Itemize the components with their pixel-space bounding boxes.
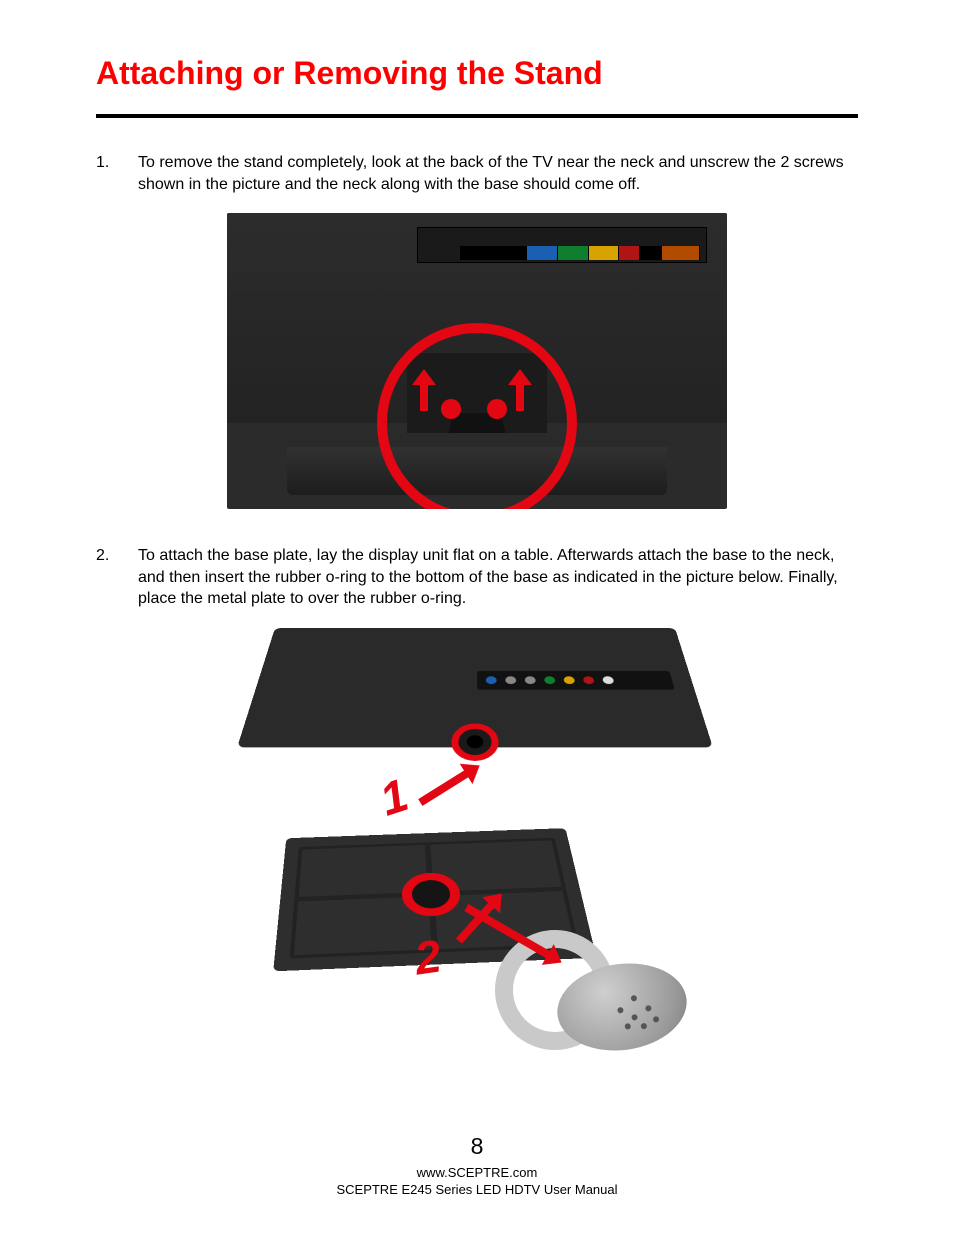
port-row — [477, 671, 675, 690]
step-2: 2. To attach the base plate, lay the dis… — [96, 545, 858, 610]
arrow-icon — [416, 759, 484, 810]
page-number: 8 — [0, 1133, 954, 1160]
port-vga: VGA — [527, 246, 558, 260]
step-text: To attach the base plate, lay the displa… — [138, 545, 858, 610]
arrow-up-icon — [511, 369, 529, 411]
figure-attach-base: 1 2 — [247, 628, 707, 1058]
port-audio-in: Audio In — [558, 246, 589, 260]
tv-back — [237, 628, 713, 747]
neck-hole-highlight-icon — [451, 724, 499, 761]
figure-remove-stand: Headphone USB VGA Audio In Video R L HDM… — [227, 213, 727, 509]
highlight-circle-icon — [377, 323, 577, 509]
footer-manual-name: SCEPTRE E245 Series LED HDTV User Manual — [0, 1181, 954, 1199]
port-audio-l: L — [640, 246, 661, 260]
page-title: Attaching or Removing the Stand — [96, 55, 858, 92]
footer-url: www.SCEPTRE.com — [0, 1164, 954, 1182]
arrow-up-icon — [415, 369, 433, 411]
port-audio-r: R — [619, 246, 640, 260]
tv-port-panel: Headphone USB VGA Audio In Video R L HDM… — [417, 227, 707, 263]
callout-number-1: 1 — [373, 767, 414, 826]
step-1: 1. To remove the stand completely, look … — [96, 152, 858, 195]
step-text: To remove the stand completely, look at … — [138, 152, 858, 195]
page-footer: 8 www.SCEPTRE.com SCEPTRE E245 Series LE… — [0, 1133, 954, 1199]
port-usb: USB — [500, 246, 527, 260]
instruction-list: 1. To remove the stand completely, look … — [96, 152, 858, 195]
step-number: 2. — [96, 545, 138, 610]
port-video: Video — [589, 246, 620, 260]
step-number: 1. — [96, 152, 138, 195]
instruction-list: 2. To attach the base plate, lay the dis… — [96, 545, 858, 610]
figure-1-wrap: Headphone USB VGA Audio In Video R L HDM… — [96, 213, 858, 509]
manual-page: Attaching or Removing the Stand 1. To re… — [0, 0, 954, 1235]
figure-2-wrap: 1 2 — [96, 628, 858, 1058]
title-rule — [96, 114, 858, 118]
port-hdmi1: HDMI1 — [662, 246, 700, 260]
port-headphone: Headphone — [460, 246, 500, 260]
